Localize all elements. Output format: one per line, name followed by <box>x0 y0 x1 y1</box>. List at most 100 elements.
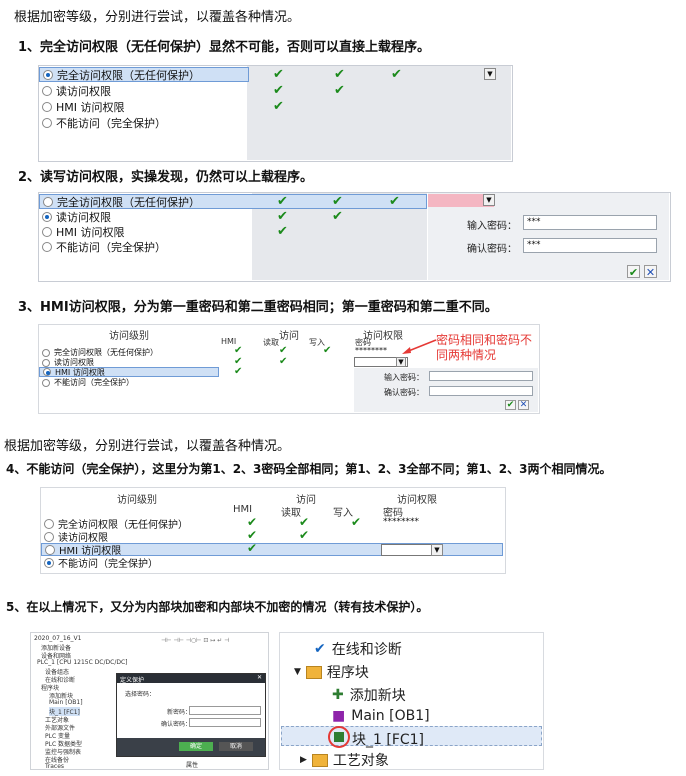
input-password-label: 输入密码： <box>467 221 517 232</box>
tree-item[interactable]: Traces <box>45 763 64 769</box>
tech-objects-item[interactable]: ▶ 工艺对象 <box>300 750 389 770</box>
dialog-confirm-field[interactable] <box>189 718 261 727</box>
fc1-block-item[interactable]: 块_1 [FC1] <box>328 726 424 749</box>
tree-item[interactable]: Main [OB1] <box>49 699 83 706</box>
check-icon: ✔ <box>277 224 288 239</box>
check-icon: ✔ <box>273 99 284 114</box>
section-4-heading: 4、不能访问（完全保护），这里分为第1、2、3密码全部相同；第1、2、3全部不同… <box>6 462 612 476</box>
radio-none[interactable] <box>42 117 52 128</box>
dropdown-arrow-icon[interactable]: ▼ <box>484 68 496 80</box>
header-permission: 访问权限 <box>397 495 437 506</box>
input-password-field[interactable]: *** <box>523 215 657 230</box>
zoomed-tree: ✔ 在线和诊断 ▼ 程序块 ✚ 添加新块 ■ Main [OB1] 块_1 [FC1]… <box>279 632 544 770</box>
level-row-full[interactable]: 完全访问权限（无任何保护） <box>39 67 249 82</box>
folder-icon <box>305 665 322 679</box>
radio-read[interactable] <box>42 85 52 96</box>
check-icon: ✔ <box>332 194 343 209</box>
tree-item[interactable]: PLC_1 [CPU 1215C DC/DC/DC] <box>37 659 128 666</box>
level-row-full[interactable]: 完全访问权限（无任何保护） <box>39 194 427 209</box>
check-icon: ✔ <box>277 209 288 224</box>
header-level: 访问级别 <box>117 495 157 506</box>
radio-none[interactable] <box>44 557 54 568</box>
radio-read[interactable] <box>44 531 54 542</box>
confirm-password-field[interactable]: *** <box>523 238 657 253</box>
close-icon[interactable]: ✕ <box>257 674 262 681</box>
program-blocks-item[interactable]: ▼ 程序块 <box>294 662 369 682</box>
dialog-confirm-label: 确认密码： <box>161 721 192 728</box>
password-stars: ******** <box>383 517 419 527</box>
check-icon: ✔ <box>389 194 400 209</box>
radio-hmi[interactable] <box>43 368 51 376</box>
radio-hmi[interactable] <box>42 101 52 112</box>
radio-read[interactable] <box>42 211 52 222</box>
radio-none[interactable] <box>42 241 52 252</box>
access-panel-2: 完全访问权限（无任何保护） 读访问权限 HMI 访问权限 不能访问（完全保护） … <box>38 192 671 282</box>
check-icon: ✔ <box>351 515 362 529</box>
dialog-cancel-button[interactable]: 取消 <box>219 742 253 751</box>
level-row-none[interactable]: 不能访问（完全保护） <box>39 239 166 254</box>
confirm-password-field[interactable] <box>429 386 533 396</box>
ok-button[interactable]: ✔ <box>505 400 516 410</box>
level-row-read[interactable]: 读访问权限 <box>39 83 111 98</box>
dialog-pwd-label: 选择密码： <box>125 691 156 698</box>
expand-icon[interactable]: ▼ <box>294 667 301 677</box>
expand-icon[interactable]: ▶ <box>300 755 307 765</box>
level-row-hmi[interactable]: HMI 访问权限 <box>39 224 125 239</box>
header-read: 读取 <box>281 508 301 519</box>
section-5-heading: 5、在以上情况下，又分为内部块加密和内部块不加密的情况（转有技术保护）。 <box>6 600 429 614</box>
check-icon: ✔ <box>323 345 332 356</box>
check-icon: ✔ <box>391 67 402 82</box>
section-1-heading: 1、完全访问权限（无任何保护）显然不可能，否则可以直接上载程序。 <box>18 40 431 55</box>
radio-full[interactable] <box>43 69 53 80</box>
online-diagnostics-item[interactable]: ✔ 在线和诊断 <box>314 639 402 659</box>
level-row-none[interactable]: 不能访问（完全保护） <box>41 556 158 570</box>
check-icon: ✔ <box>234 366 243 377</box>
tree-project: 2020_07_16_V1 <box>34 635 82 642</box>
check-icon: ✔ <box>299 528 310 542</box>
annotation-arrow-icon <box>402 339 437 354</box>
level-row-hmi[interactable]: HMI 访问权限 <box>39 99 125 114</box>
protection-dialog: 定义保护 ✕ 选择密码： 新密码： 确认密码： 确定 取消 <box>116 673 266 757</box>
add-block-item[interactable]: ✚ 添加新块 <box>332 685 406 705</box>
header-write: 写入 <box>333 508 353 519</box>
dialog-new-label: 新密码： <box>167 709 192 716</box>
check-icon: ✔ <box>273 83 284 98</box>
toolbar-icons: ⊣⊢ ⊣⊢ ⊣○⊢ ⊡ ↦ ↵ ⊣ <box>161 637 230 644</box>
diagnostics-icon: ✔ <box>314 641 326 657</box>
dropdown-arrow-icon[interactable]: ▼ <box>483 194 495 206</box>
dialog-ok-button[interactable]: 确定 <box>179 742 213 751</box>
section-3-heading: 3、HMI访问权限，分为第一重密码和第二重密码相同；第一重密码和第二重不同。 <box>18 300 498 315</box>
dropdown-arrow-icon[interactable]: ▼ <box>396 357 406 367</box>
radio-full[interactable] <box>44 518 54 529</box>
check-icon: ✔ <box>332 209 343 224</box>
input-password-label: 输入密码： <box>384 373 424 382</box>
password-stars: ******** <box>355 346 387 355</box>
main-ob1-item[interactable]: ■ Main [OB1] <box>332 708 430 724</box>
props-tab[interactable]: 属性 <box>186 760 198 769</box>
dialog-new-field[interactable] <box>189 706 261 715</box>
radio-full[interactable] <box>42 348 50 357</box>
cancel-button[interactable]: ✕ <box>644 265 657 279</box>
header-read: 读取 <box>263 338 279 347</box>
level-row-none[interactable]: 不能访问（完全保护） <box>39 377 134 388</box>
annotation-text: 密码相同和密码不 同两种情况 <box>436 333 533 362</box>
check-icon: ✔ <box>279 345 288 356</box>
header-hmi: HMI <box>233 504 253 515</box>
radio-read[interactable] <box>42 358 50 367</box>
radio-hmi[interactable] <box>42 226 52 237</box>
check-icon: ✔ <box>334 67 345 82</box>
level-row-none[interactable]: 不能访问（完全保护） <box>39 115 166 130</box>
ok-button[interactable]: ✔ <box>627 265 640 279</box>
level-row-hmi[interactable]: HMI 访问权限 <box>39 367 219 377</box>
input-password-field[interactable] <box>429 371 533 381</box>
check-icon: ✔ <box>247 541 258 555</box>
intro-text: 根据加密等级，分别进行尝试，以覆盖各种情况。 <box>14 10 301 25</box>
header-access: 访问 <box>279 331 299 342</box>
radio-full[interactable] <box>43 196 53 207</box>
cancel-button[interactable]: ✕ <box>518 400 529 410</box>
lock-icon <box>328 726 350 748</box>
radio-none[interactable] <box>42 378 50 387</box>
radio-hmi[interactable] <box>45 544 55 555</box>
dropdown-arrow-icon[interactable]: ▼ <box>431 544 443 556</box>
level-row-read[interactable]: 读访问权限 <box>39 209 111 224</box>
